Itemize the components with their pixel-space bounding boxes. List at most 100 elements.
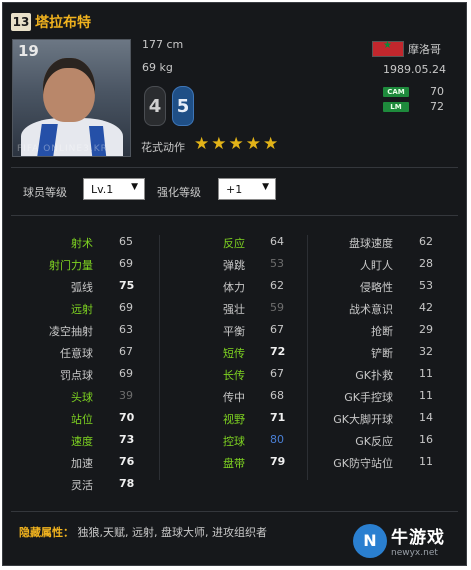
- stat-value: 80: [270, 433, 284, 446]
- stat-row: 平衡 67: [153, 323, 284, 345]
- stat-row: 视野 71: [153, 411, 286, 433]
- position-badge: LM: [383, 102, 409, 112]
- position-badge: CAM: [383, 87, 409, 97]
- stat-name: 盘带: [223, 457, 245, 470]
- stat-row: GK大脚开球 14: [303, 411, 433, 433]
- stat-value: 59: [270, 301, 284, 314]
- divider: [11, 167, 458, 168]
- stat-value: 62: [419, 235, 433, 248]
- stat-value: 69: [119, 257, 133, 270]
- stat-name: GK扑救: [355, 369, 393, 382]
- player-level-label: 球员等级: [23, 186, 67, 199]
- foot-ratings: 4 5: [144, 86, 194, 126]
- dropdown-arrow-icon: ▼: [262, 182, 269, 192]
- stat-value: 53: [270, 257, 284, 270]
- stat-name: 短传: [223, 347, 245, 360]
- stat-name: 弹跳: [223, 259, 245, 272]
- stat-name: 弧线: [71, 281, 93, 294]
- hidden-attributes-value: 独狼,天赋, 远射, 盘球大师, 进攻组织者: [77, 526, 267, 539]
- stat-name: 平衡: [223, 325, 245, 338]
- stat-name: 射门力量: [49, 259, 93, 272]
- stat-row: 传中 68: [153, 389, 284, 411]
- stat-name: 抢断: [371, 325, 393, 338]
- photo-head: [43, 58, 95, 122]
- stat-row: GK扑救 11: [303, 367, 433, 389]
- stat-row: 侵略性 53: [303, 279, 433, 301]
- stat-value: 78: [119, 477, 135, 490]
- hidden-attributes-label: 隐藏属性：: [19, 526, 74, 539]
- stat-value: 63: [119, 323, 133, 336]
- stat-value: 67: [270, 323, 284, 336]
- stat-name: 体力: [223, 281, 245, 294]
- stat-value: 62: [270, 279, 284, 292]
- stat-row: 短传 72: [153, 345, 286, 367]
- stat-name: 射术: [71, 237, 93, 250]
- star-icon: ★: [245, 134, 261, 154]
- stat-row: 长传 67: [153, 367, 284, 389]
- stat-name: 强壮: [223, 303, 245, 316]
- stat-value: 11: [419, 367, 433, 380]
- stat-value: 32: [419, 345, 433, 358]
- stat-name: GK防守站位: [333, 457, 393, 470]
- stat-row: 强壮 59: [153, 301, 284, 323]
- player-height: 177 cm: [142, 38, 184, 51]
- stat-row: 盘带 79: [153, 455, 286, 477]
- stat-value: 68: [270, 389, 284, 402]
- stat-name: 传中: [223, 391, 245, 404]
- stat-row: 射术 65: [3, 235, 133, 257]
- photo-watermark: FIFA ONLINE3.KR: [17, 144, 108, 154]
- star-icon: ★: [228, 134, 244, 154]
- player-photo: 19 FIFA ONLINE3.KR: [12, 39, 131, 157]
- stat-value: 64: [270, 235, 284, 248]
- stat-row: 弹跳 53: [153, 257, 284, 279]
- stat-name: GK手控球: [344, 391, 393, 404]
- stat-name: 凌空抽射: [49, 325, 93, 338]
- season-badge: 13: [11, 13, 31, 31]
- stat-row: 灵活 78: [3, 477, 135, 499]
- site-logo: N 牛游戏 newyx.net: [353, 523, 445, 558]
- stat-value: 28: [419, 257, 433, 270]
- stat-value: 16: [419, 433, 433, 446]
- stat-value: 70: [119, 411, 135, 424]
- enhance-level-select[interactable]: +1 ▼: [218, 178, 276, 200]
- left-foot-icon: 4: [144, 86, 166, 126]
- stat-name: 罚点球: [60, 369, 93, 382]
- stat-value: 14: [419, 411, 433, 424]
- stat-name: 头球: [71, 391, 93, 404]
- stat-row: 速度 73: [3, 433, 135, 455]
- hidden-attributes: 隐藏属性： 独狼,天赋, 远射, 盘球大师, 进攻组织者: [19, 524, 267, 540]
- stat-name: 侵略性: [360, 281, 393, 294]
- logo-text: 牛游戏 newyx.net: [391, 523, 445, 558]
- position-rating: 72: [430, 100, 444, 113]
- stat-value: 71: [270, 411, 286, 424]
- stat-name: 盘球速度: [349, 237, 393, 250]
- stat-row: GK防守站位 11: [303, 455, 433, 477]
- stat-name: 战术意识: [349, 303, 393, 316]
- stat-name: 加速: [71, 457, 93, 470]
- player-weight: 69 kg: [142, 61, 173, 74]
- stat-value: 72: [270, 345, 286, 358]
- stat-row: 射门力量 69: [3, 257, 133, 279]
- stat-value: 29: [419, 323, 433, 336]
- stat-value: 75: [119, 279, 135, 292]
- stat-row: 任意球 67: [3, 345, 133, 367]
- birth-date: 1989.05.24: [383, 63, 446, 76]
- skill-stars: ★ ★ ★ ★ ★: [194, 136, 278, 153]
- stat-row: 头球 39: [3, 389, 133, 411]
- stat-name: 反应: [223, 237, 245, 250]
- player-level-select[interactable]: Lv.1 ▼: [83, 178, 145, 200]
- player-name: 塔拉布特: [35, 15, 91, 31]
- stat-row: GK手控球 11: [303, 389, 433, 411]
- stats-column-attack: 射术 65 射门力量 69 弧线 75 远射 69 凌空抽射 63 任意球 67 罚点球 69 头球 39 站位…: [3, 235, 135, 499]
- stat-row: 控球 80: [153, 433, 284, 455]
- stat-value: 67: [119, 345, 133, 358]
- stat-value: 73: [119, 433, 135, 446]
- stat-value: 79: [270, 455, 286, 468]
- right-foot-icon: 5: [172, 86, 194, 126]
- stat-value: 65: [119, 235, 133, 248]
- nation-name: 摩洛哥: [408, 43, 441, 56]
- stat-row: 远射 69: [3, 301, 133, 323]
- stat-name: 站位: [71, 413, 93, 426]
- star-icon: ★: [194, 134, 210, 154]
- photo-number: 19: [18, 42, 39, 60]
